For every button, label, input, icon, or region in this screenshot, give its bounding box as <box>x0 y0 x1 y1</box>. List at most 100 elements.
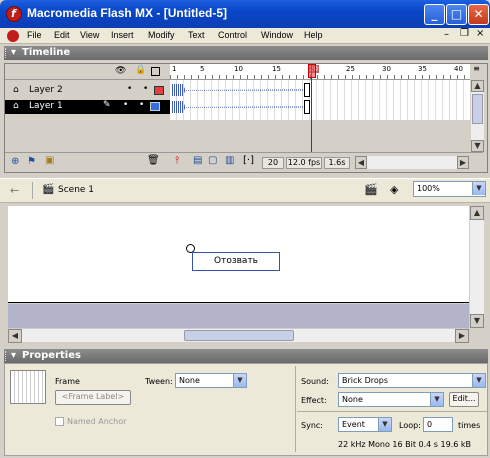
lock-dot[interactable]: • <box>143 84 148 94</box>
menu-file[interactable]: File <box>27 30 42 40</box>
chevron-down-icon[interactable]: ▼ <box>378 418 391 431</box>
scroll-left-icon[interactable]: ◀ <box>8 329 22 343</box>
hscroll-left-icon[interactable]: ◀ <box>355 156 367 169</box>
visibility-dot[interactable]: • <box>123 100 128 110</box>
layer-row-selected[interactable]: ⌂ Layer 1 ✎ • • <box>5 100 170 114</box>
keyframe-end[interactable] <box>304 100 310 114</box>
playhead-handle[interactable] <box>308 64 316 78</box>
insert-folder-icon[interactable]: ▣ <box>45 155 54 166</box>
doc-restore-icon[interactable]: ❐ <box>460 28 469 39</box>
scroll-thumb[interactable] <box>472 94 483 124</box>
timeline-panel-header[interactable]: ▾ Timeline <box>4 46 488 60</box>
tween-value: None <box>179 376 200 385</box>
edit-symbols-icon[interactable]: ◈ <box>390 183 398 196</box>
chevron-down-icon[interactable]: ▼ <box>472 374 485 387</box>
divider <box>295 366 296 452</box>
stage-vscroll[interactable]: ▲ ▼ <box>470 206 484 328</box>
layer-row[interactable]: ⌂ Layer 2 • • <box>9 84 169 98</box>
tween-select[interactable]: None ▼ <box>175 373 247 388</box>
center-frame-icon[interactable]: ⫯ <box>175 155 179 166</box>
menu-view[interactable]: View <box>80 30 99 40</box>
effect-label: Effect: <box>301 396 327 405</box>
visibility-dot[interactable]: • <box>127 84 132 94</box>
zoom-select[interactable]: 100% ▼ <box>413 181 486 197</box>
collapse-arrow-icon[interactable]: ▾ <box>11 350 16 361</box>
edit-sound-button[interactable]: Edit... <box>449 392 479 407</box>
menu-modify[interactable]: Modify <box>148 30 175 40</box>
menu-insert[interactable]: Insert <box>111 30 134 40</box>
lock-dot[interactable]: • <box>139 100 144 110</box>
collapse-arrow-icon[interactable]: ▾ <box>11 47 16 58</box>
onion-skin-outlines-icon[interactable]: ▢ <box>208 155 217 166</box>
modify-onion-markers-icon[interactable]: [·] <box>243 155 254 166</box>
frame-icon <box>10 370 46 404</box>
timeline-options-icon[interactable]: ≡ <box>470 64 483 80</box>
sound-select[interactable]: Brick Drops ▼ <box>338 373 486 388</box>
effect-select[interactable]: None ▼ <box>338 392 444 407</box>
sound-waveform <box>172 84 306 96</box>
effect-value: None <box>342 395 363 404</box>
layer-name[interactable]: Layer 2 <box>29 85 63 95</box>
insert-layer-icon[interactable]: ⊕ <box>11 156 19 167</box>
close-button[interactable]: ✕ <box>468 4 489 25</box>
layer-name[interactable]: Layer 1 <box>29 101 63 111</box>
scroll-down-icon[interactable]: ▼ <box>471 140 484 152</box>
sync-select[interactable]: Event ▼ <box>338 417 392 432</box>
add-guide-layer-icon[interactable]: ⚑ <box>27 156 36 167</box>
properties-panel-header[interactable]: ▾ Properties <box>4 349 488 363</box>
doc-close-icon[interactable]: × <box>476 28 484 39</box>
scroll-down-icon[interactable]: ▼ <box>470 314 484 328</box>
onion-skin-icon[interactable]: ▤ <box>193 155 202 166</box>
properties-panel: Frame <Frame Label> Tween: None ▼ Named … <box>4 363 488 456</box>
stage-button-instance[interactable]: Отозвать <box>192 252 280 271</box>
menu-text[interactable]: Text <box>188 30 205 40</box>
layer-color-swatch[interactable] <box>150 102 160 111</box>
menu-help[interactable]: Help <box>304 30 323 40</box>
timeline-panel: 👁 🔒 1 5 10 15 20 25 30 35 40 ≡ ⌂ Layer 2… <box>4 63 488 173</box>
frame-ruler[interactable]: 1 5 10 15 20 25 30 35 40 <box>170 64 470 80</box>
menu-edit[interactable]: Edit <box>54 30 70 40</box>
keyframe-end[interactable] <box>304 83 310 97</box>
sound-info: 22 kHz Mono 16 Bit 0.4 s 19.6 kB <box>338 440 471 449</box>
timeline-vscroll[interactable]: ▲ ▼ <box>471 80 484 152</box>
scroll-right-icon[interactable]: ▶ <box>455 329 469 343</box>
scroll-track[interactable] <box>471 224 483 310</box>
panel-grip-icon[interactable] <box>5 351 9 361</box>
scene-name[interactable]: Scene 1 <box>58 185 94 195</box>
stage[interactable]: Отозвать <box>8 206 469 303</box>
lock-icon[interactable]: 🔒 <box>135 65 146 75</box>
delete-layer-icon[interactable]: 🗑 <box>147 155 160 166</box>
chevron-down-icon[interactable]: ▼ <box>233 374 246 387</box>
loop-input[interactable]: 0 <box>423 417 453 432</box>
chevron-down-icon[interactable]: ▼ <box>472 182 485 195</box>
flash-app-icon[interactable]: f <box>6 6 22 22</box>
edit-multiple-frames-icon[interactable]: ▥ <box>225 155 234 166</box>
back-arrow-icon[interactable]: ← <box>10 184 19 197</box>
document-icon[interactable] <box>7 30 19 42</box>
named-anchor-checkbox[interactable] <box>55 417 64 426</box>
frame-label-input[interactable]: <Frame Label> <box>55 390 131 405</box>
times-label: times <box>458 421 481 430</box>
menu-window[interactable]: Window <box>261 30 293 40</box>
hscroll-right-icon[interactable]: ▶ <box>457 156 469 169</box>
doc-minimize-icon[interactable]: – <box>444 29 449 40</box>
minimize-button[interactable]: _ <box>424 4 445 25</box>
ruler-label: 10 <box>234 65 243 73</box>
outline-icon[interactable] <box>151 67 160 76</box>
panel-grip-icon[interactable] <box>5 48 9 58</box>
timeline-hscroll-track[interactable] <box>367 156 457 169</box>
scroll-thumb[interactable] <box>184 330 294 341</box>
ruler-label: 35 <box>418 65 427 73</box>
scroll-up-icon[interactable]: ▲ <box>471 80 484 92</box>
stage-hscroll[interactable]: ◀ ▶ <box>8 328 469 343</box>
scroll-up-icon[interactable]: ▲ <box>470 206 484 220</box>
edit-scene-icon[interactable]: 🎬 <box>364 183 378 196</box>
menu-control[interactable]: Control <box>218 30 247 40</box>
maximize-button[interactable]: □ <box>446 4 467 25</box>
frames-grid[interactable] <box>170 80 470 120</box>
eye-icon[interactable]: 👁 <box>115 66 126 76</box>
chevron-down-icon[interactable]: ▼ <box>430 393 443 406</box>
edit-bar: ← 🎬 Scene 1 🎬 ◈ 100% ▼ <box>0 178 490 203</box>
layer-color-swatch[interactable] <box>154 86 164 95</box>
title-bar[interactable]: f Macromedia Flash MX - [Untitled-5] _ □… <box>0 0 490 28</box>
